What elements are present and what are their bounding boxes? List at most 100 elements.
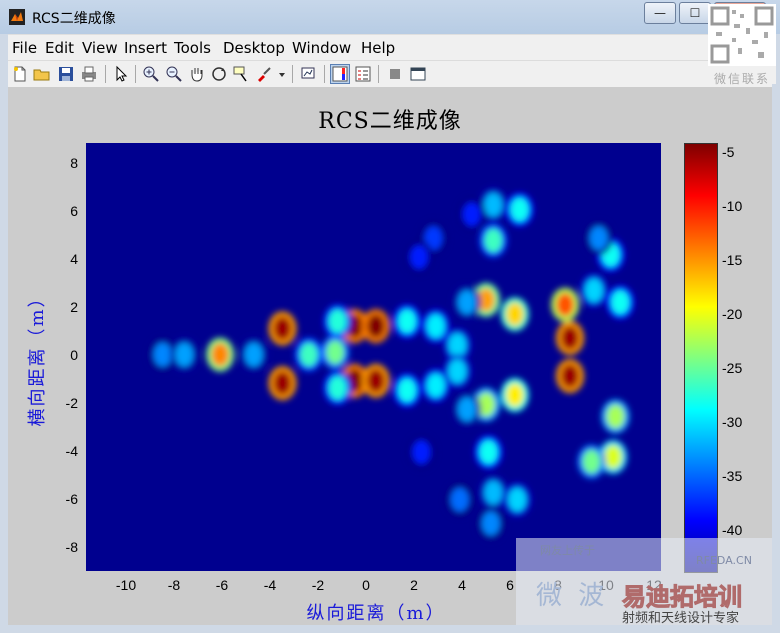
heatmap-scatterer [589,226,608,251]
x-tick-label: -2 [311,577,325,593]
heatmap-scatterer [326,340,345,365]
heatmap-scatterer [510,197,529,222]
y-tick-label: 0 [70,347,78,363]
menu-view[interactable]: View [82,39,118,57]
heatmap-scatterer [556,292,575,317]
colorbar-icon[interactable] [330,64,350,84]
heatmap-scatterer [611,290,630,315]
watermark-text: RFEDA.CN [696,554,752,567]
y-tick-label: 4 [70,251,78,267]
y-tick-label: -6 [65,491,78,507]
y-tick-label: 8 [70,155,78,171]
toolbar-separator [292,65,293,83]
heatmap-scatterer [366,368,385,393]
menu-tools[interactable]: Tools [174,39,211,57]
zoom-out-icon[interactable] [165,65,183,83]
minimize-icon: — [654,6,666,20]
qr-code-overlay: 微信联系 [708,4,776,86]
menu-help[interactable]: Help [361,39,395,57]
pan-hand-icon[interactable] [188,65,206,83]
heatmap-scatterer [273,316,292,341]
colorbar[interactable] [684,143,718,573]
brush-icon[interactable] [255,65,273,83]
plot-title: RCS二维成像 [318,109,462,134]
toolbar-separator [324,65,325,83]
heatmap-scatterer [604,444,623,469]
print-icon[interactable] [80,65,98,83]
qr-code-icon [708,4,776,66]
y-tick-label: 2 [70,299,78,315]
link-plot-icon[interactable] [300,65,318,83]
x-tick-label: -8 [167,577,181,593]
heatmap-scatterer [398,309,417,334]
maximize-icon: ☐ [689,6,701,20]
watermark-text: 网友上传于 [540,544,595,557]
heatmap-scatterer [175,342,194,367]
heatmap-scatterer [426,314,445,339]
matlab-figure-window: RCS二维成像 — ☐ ✕ File Edit View Insert Tool… [0,0,780,633]
menu-desktop[interactable]: Desktop [223,39,285,57]
maximize-button[interactable]: ☐ [679,2,711,24]
colorbar-tick-label: -35 [722,468,743,484]
watermark-text: 微 波 [536,581,609,611]
heatmap-scatterer [606,404,625,429]
show-tools-icon[interactable] [409,65,427,83]
heatmap-scatterer [153,342,172,367]
x-tick-label: -10 [115,577,137,593]
heatmap-scatterer [508,487,527,512]
watermark-text: 射频和天线设计专家 [622,611,740,626]
y-tick-label: -2 [65,395,78,411]
menu-bar: File Edit View Insert Tools Desktop Wind… [8,34,772,61]
x-tick-label: -4 [263,577,277,593]
heatmap-scatterer [457,290,476,315]
heatmap-scatterer [484,480,503,505]
heatmap-scatterer [328,375,347,400]
heatmap-scatterer [299,342,318,367]
heatmap-scatterer [328,309,347,334]
heatmap-scatterer [244,342,263,367]
save-icon[interactable] [57,65,75,83]
data-cursor-icon[interactable] [232,65,250,83]
minimize-button[interactable]: — [644,2,676,24]
heatmap-scatterer [582,449,601,474]
plot-axes[interactable] [86,143,661,571]
heatmap-scatterer [505,302,524,327]
x-tick-label: 2 [410,577,418,593]
hide-tools-icon[interactable] [386,65,404,83]
heatmap-scatterer [450,487,469,512]
y-axis-label: 横向距离（m） [27,287,48,427]
x-tick-label: 4 [458,577,466,593]
heatmap-scatterer [211,342,230,367]
menu-insert[interactable]: Insert [124,39,167,57]
heatmap-scatterer [410,245,429,270]
toolbar-separator [135,65,136,83]
open-icon[interactable] [33,65,51,83]
menu-window[interactable]: Window [292,39,351,57]
toolbar-separator [378,65,379,83]
heatmap-image [148,187,635,541]
window-title: RCS二维成像 [32,11,116,27]
x-tick-label: 0 [362,577,370,593]
menu-file[interactable]: File [12,39,37,57]
heatmap-scatterer [273,371,292,396]
zoom-in-icon[interactable] [142,65,160,83]
rotate-3d-icon[interactable] [210,65,228,83]
heatmap-scatterer [462,202,481,227]
colorbar-tick-label: -40 [722,522,743,538]
heatmap-scatterer [505,383,524,408]
title-bar: RCS二维成像 — ☐ ✕ [0,0,780,34]
menu-edit[interactable]: Edit [45,39,74,57]
select-arrow-icon[interactable] [112,65,130,83]
colorbar-tick-label: -20 [722,306,743,322]
new-figure-icon[interactable] [11,65,29,83]
heatmap-scatterer [584,278,603,303]
heatmap-scatterer [481,511,500,536]
y-tick-label: -8 [65,539,78,555]
legend-icon[interactable] [354,65,372,83]
matlab-logo-icon [9,9,25,25]
colorbar-tick-label: -30 [722,414,743,430]
heatmap-scatterer [448,359,467,384]
figure-canvas: RCS二维成像 8 6 4 2 0 -2 -4 -6 -8 -10 -8 -6 … [8,87,772,626]
chevron-down-icon[interactable] [277,65,287,83]
heatmap-scatterer [484,192,503,217]
